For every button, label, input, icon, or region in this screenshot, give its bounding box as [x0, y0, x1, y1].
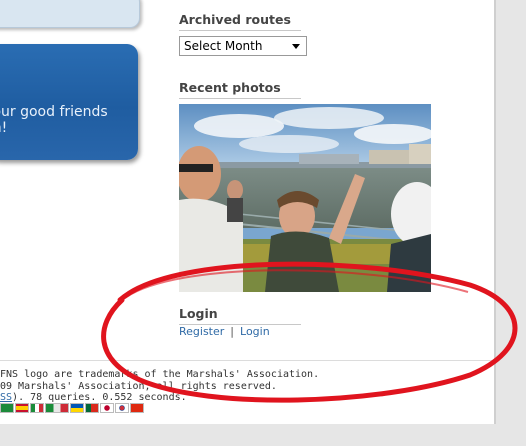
japan-flag-icon[interactable] — [100, 403, 114, 413]
month-select-value: Select Month — [184, 39, 263, 53]
language-flag-icon[interactable] — [45, 403, 69, 413]
ukraine-flag-icon[interactable] — [70, 403, 84, 413]
recent-photo-image — [179, 104, 431, 292]
login-links: Register | Login — [179, 325, 270, 338]
south-korea-flag-icon[interactable] — [115, 403, 129, 413]
page-edge-shadow — [494, 0, 496, 424]
login-link[interactable]: Login — [240, 325, 270, 338]
spain-flag-icon[interactable] — [15, 403, 29, 413]
footer-divider — [0, 360, 494, 361]
china-flag-icon[interactable] — [130, 403, 144, 413]
footer-copyright-text: 09 Marshals' Association, all rights res… — [0, 381, 277, 392]
recent-photo[interactable] — [179, 104, 431, 292]
login-title: Login — [179, 306, 301, 325]
archived-routes-title: Archived routes — [179, 12, 301, 31]
footer-trademark-text: FNS logo are trademarks of the Marshals'… — [0, 369, 320, 380]
register-link[interactable]: Register — [179, 325, 224, 338]
month-select[interactable]: Select Month — [179, 36, 307, 56]
italy-flag-icon[interactable] — [30, 403, 44, 413]
promo-box[interactable]: our good friends m! — [0, 44, 138, 160]
link-separator: | — [230, 325, 235, 338]
footer-stats-text: ). 78 queries. 0.552 seconds. — [12, 392, 187, 403]
promo-text: our good friends m! — [0, 104, 108, 136]
footer-feed-link[interactable]: SS — [0, 392, 12, 403]
footer-stats: SS). 78 queries. 0.552 seconds. — [0, 392, 187, 403]
left-top-box — [0, 0, 140, 28]
dropdown-arrow-icon — [292, 44, 300, 49]
portugal-flag-icon[interactable] — [85, 403, 99, 413]
saudi-arabia-flag-icon[interactable] — [0, 403, 14, 413]
recent-photos-title: Recent photos — [179, 80, 301, 99]
